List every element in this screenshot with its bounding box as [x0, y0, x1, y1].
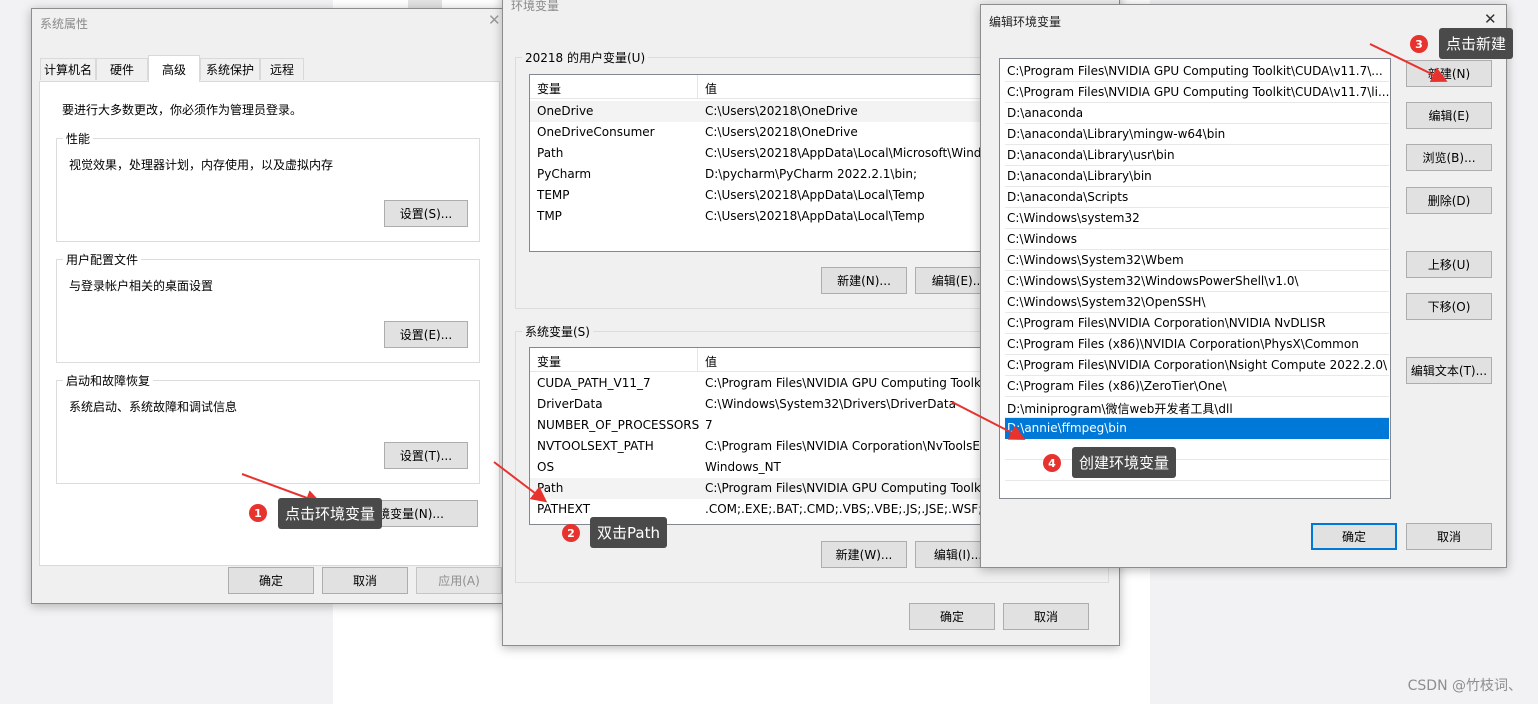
step-badge-2: 2	[562, 524, 580, 542]
list-item-selected[interactable]: D:\annie\ffmpeg\bin	[1005, 418, 1389, 439]
column-separator	[697, 348, 698, 372]
advanced-tab-panel: 要进行大多数更改，你必须作为管理员登录。 性能 视觉效果，处理器计划，内存使用，…	[39, 81, 500, 566]
tab-advanced[interactable]: 高级	[148, 55, 200, 82]
step-badge-3: 3	[1410, 35, 1428, 53]
tab-computer-name[interactable]: 计算机名	[40, 58, 96, 80]
system-new-button[interactable]: 新建(W)...	[821, 541, 907, 568]
tab-hardware[interactable]: 硬件	[96, 58, 148, 80]
list-item[interactable]: C:\Program Files\NVIDIA GPU Computing To…	[1005, 61, 1389, 82]
performance-settings-button[interactable]: 设置(S)...	[384, 200, 468, 227]
user-profiles-group: 用户配置文件 与登录帐户相关的桌面设置 设置(E)...	[56, 251, 480, 363]
env-ok-button[interactable]: 确定	[909, 603, 995, 630]
environment-variables-title: 环境变量	[511, 0, 560, 13]
admin-note: 要进行大多数更改，你必须作为管理员登录。	[62, 103, 303, 117]
user-profiles-settings-button[interactable]: 设置(E)...	[384, 321, 468, 348]
ok-button[interactable]: 确定	[228, 567, 314, 594]
tab-system-protection[interactable]: 系统保护	[200, 58, 260, 80]
browse-button[interactable]: 浏览(B)...	[1406, 144, 1492, 171]
edit-path-button[interactable]: 编辑(E)	[1406, 102, 1492, 129]
user-profiles-label: 用户配置文件	[63, 251, 142, 268]
column-header-variable[interactable]: 变量	[537, 353, 561, 370]
edit-ok-button[interactable]: 确定	[1311, 523, 1397, 550]
column-header-value[interactable]: 值	[705, 80, 717, 97]
step-badge-4: 4	[1043, 454, 1061, 472]
system-properties-title: 系统属性	[40, 17, 89, 31]
cancel-button[interactable]: 取消	[322, 567, 408, 594]
list-item-empty[interactable]	[1005, 460, 1389, 481]
apply-button[interactable]: 应用(A)	[416, 567, 502, 594]
close-icon[interactable]: ✕	[1484, 11, 1497, 27]
list-item[interactable]: D:\anaconda\Library\usr\bin	[1005, 145, 1389, 166]
delete-button[interactable]: 删除(D)	[1406, 187, 1492, 214]
user-profiles-desc: 与登录帐户相关的桌面设置	[69, 279, 214, 293]
new-path-button[interactable]: 新建(N)	[1406, 60, 1492, 87]
list-item[interactable]: D:\anaconda\Library\bin	[1005, 166, 1389, 187]
watermark: CSDN @竹枝词、	[1407, 678, 1522, 694]
list-item[interactable]: C:\Windows\System32\Wbem	[1005, 250, 1389, 271]
callout-step-4: 创建环境变量	[1072, 447, 1177, 478]
column-header-variable[interactable]: 变量	[537, 80, 561, 97]
performance-label: 性能	[63, 130, 94, 147]
startup-recovery-label: 启动和故障恢复	[63, 372, 154, 389]
list-item[interactable]: D:\anaconda	[1005, 103, 1389, 124]
list-item-empty[interactable]	[1005, 439, 1389, 460]
step-badge-1: 1	[249, 504, 267, 522]
move-up-button[interactable]: 上移(U)	[1406, 251, 1492, 278]
callout-step-3: 点击新建	[1439, 28, 1514, 59]
background-strip	[408, 0, 442, 8]
move-down-button[interactable]: 下移(O)	[1406, 293, 1492, 320]
list-item[interactable]: C:\Windows\system32	[1005, 208, 1389, 229]
system-variables-label: 系统变量(S)	[522, 323, 593, 340]
callout-step-2: 双击Path	[590, 517, 667, 548]
edit-env-title: 编辑环境变量	[989, 15, 1062, 29]
startup-recovery-group: 启动和故障恢复 系统启动、系统故障和调试信息 设置(T)...	[56, 372, 480, 484]
performance-desc: 视觉效果，处理器计划，内存使用，以及虚拟内存	[69, 158, 334, 172]
list-item[interactable]: C:\Program Files\NVIDIA Corporation\Nsig…	[1005, 355, 1389, 376]
close-icon[interactable]: ✕	[488, 12, 501, 28]
callout-step-1: 点击环境变量	[278, 498, 383, 529]
list-item[interactable]: C:\Windows\System32\OpenSSH\	[1005, 292, 1389, 313]
startup-recovery-desc: 系统启动、系统故障和调试信息	[69, 400, 238, 414]
user-variables-label: 20218 的用户变量(U)	[522, 49, 649, 66]
list-item[interactable]: C:\Program Files (x86)\NVIDIA Corporatio…	[1005, 334, 1389, 355]
list-item[interactable]: D:\miniprogram\微信web开发者工具\dll	[1005, 397, 1389, 418]
edit-cancel-button[interactable]: 取消	[1406, 523, 1492, 550]
startup-settings-button[interactable]: 设置(T)...	[384, 442, 468, 469]
user-new-button[interactable]: 新建(N)...	[821, 267, 907, 294]
path-entries-list[interactable]: C:\Program Files\NVIDIA GPU Computing To…	[999, 58, 1391, 499]
list-item[interactable]: C:\Program Files (x86)\ZeroTier\One\	[1005, 376, 1389, 397]
list-item[interactable]: C:\Program Files\NVIDIA Corporation\NVID…	[1005, 313, 1389, 334]
edit-text-button[interactable]: 编辑文本(T)...	[1406, 357, 1492, 384]
edit-environment-variable-window: 编辑环境变量 ✕ C:\Program Files\NVIDIA GPU Com…	[980, 4, 1507, 568]
list-item[interactable]: D:\anaconda\Library\mingw-w64\bin	[1005, 124, 1389, 145]
list-item[interactable]: D:\anaconda\Scripts	[1005, 187, 1389, 208]
env-cancel-button[interactable]: 取消	[1003, 603, 1089, 630]
list-item[interactable]: C:\Windows	[1005, 229, 1389, 250]
list-item[interactable]: C:\Program Files\NVIDIA GPU Computing To…	[1005, 82, 1389, 103]
system-properties-window: 系统属性 ✕ 计算机名 硬件 高级 系统保护 远程 要进行大多数更改，你必须作为…	[31, 8, 505, 604]
list-item[interactable]: C:\Windows\System32\WindowsPowerShell\v1…	[1005, 271, 1389, 292]
column-header-value[interactable]: 值	[705, 353, 717, 370]
tab-remote[interactable]: 远程	[260, 58, 304, 80]
column-separator	[697, 75, 698, 99]
performance-group: 性能 视觉效果，处理器计划，内存使用，以及虚拟内存 设置(S)...	[56, 130, 480, 242]
